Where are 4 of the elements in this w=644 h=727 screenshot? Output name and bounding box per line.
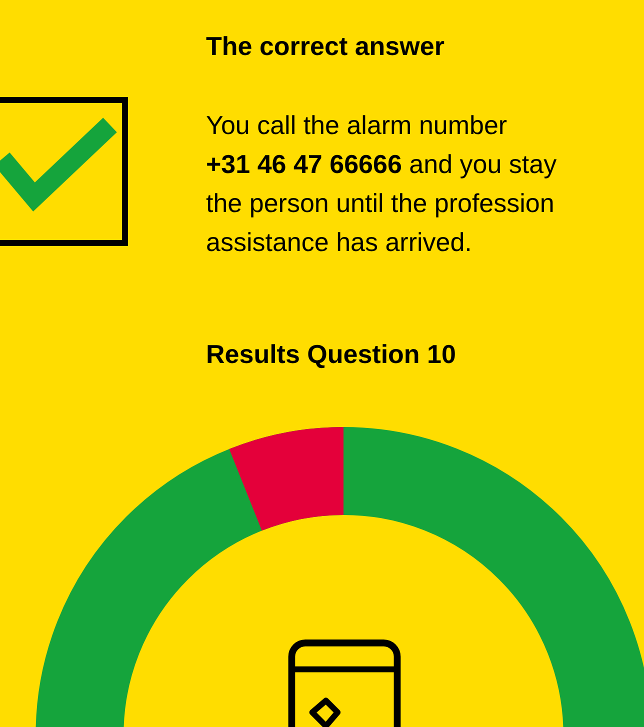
answer-text: You call the alarm number +31 46 47 66666 and you stay the person until the profession assistance has arrived.: [206, 109, 557, 259]
answer-heading: The correct answer: [206, 30, 444, 62]
results-heading: Results Question 10: [206, 338, 456, 370]
phone-icon: [288, 640, 401, 727]
